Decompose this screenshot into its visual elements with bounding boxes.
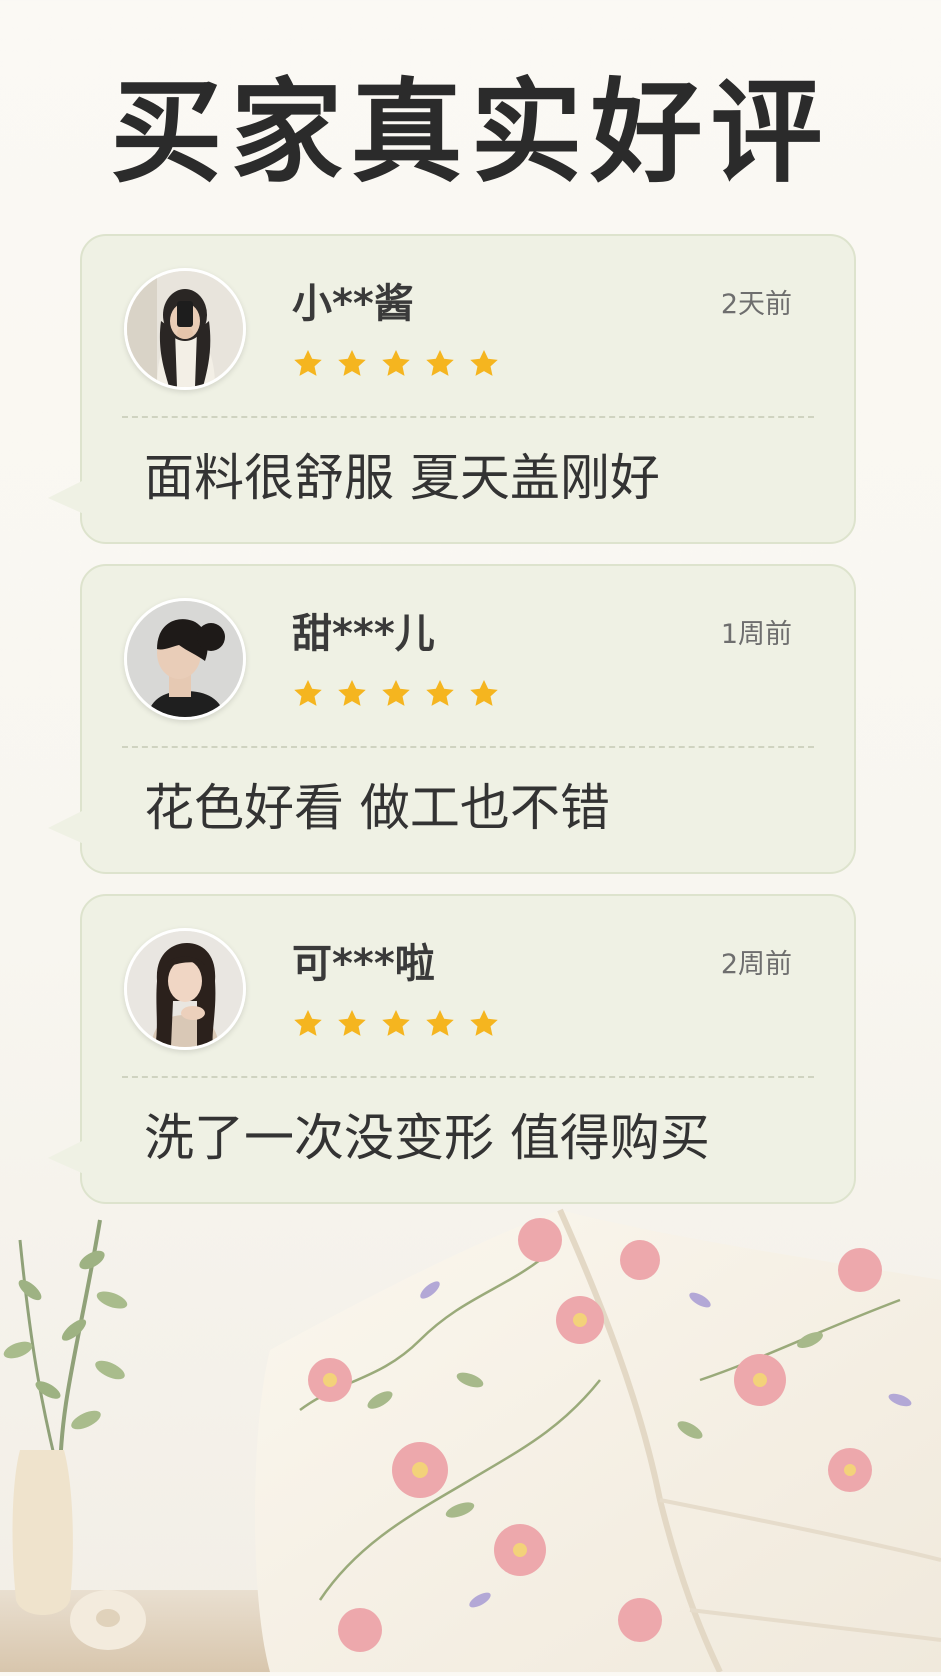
user-avatar[interactable]: [124, 928, 246, 1050]
review-time: 2周前: [720, 949, 792, 980]
speech-bubble-tail: [48, 480, 84, 514]
star-icon: [382, 350, 410, 376]
star-icon: [470, 1010, 498, 1036]
star-icon: [426, 680, 454, 706]
ceramic-vase: [12, 1450, 73, 1615]
review-time: 2天前: [720, 289, 792, 320]
rating-stars: [292, 678, 500, 718]
star-icon: [338, 680, 366, 706]
dashed-divider: [122, 416, 814, 418]
star-icon: [294, 1010, 322, 1036]
rating-stars: [292, 348, 500, 388]
star-icon: [338, 350, 366, 376]
star-icon: [382, 1010, 410, 1036]
product-scene: [0, 1180, 941, 1674]
star-icon: [470, 350, 498, 376]
review-text: 洗了一次没变形 值得购买: [144, 1109, 710, 1167]
star-icon: [382, 680, 410, 706]
user-avatar[interactable]: [124, 598, 246, 720]
star-icon: [338, 1010, 366, 1036]
product-scene-illustration: [0, 1208, 941, 1674]
folded-floral-quilt: [255, 1208, 941, 1674]
review-time: 1周前: [720, 619, 792, 650]
rating-stars: [292, 1008, 500, 1048]
star-icon: [426, 350, 454, 376]
review-username: 小**酱: [292, 281, 414, 327]
star-icon: [470, 680, 498, 706]
review-card: 小**酱 2天前 面料很舒服 夏天盖刚好: [48, 234, 856, 544]
avatar-phone-selfie: [127, 271, 243, 387]
avatar-hair-bun-profile: [127, 601, 243, 717]
page-title: 买家真实好评: [110, 68, 831, 198]
dashed-divider: [122, 1076, 814, 1078]
star-icon: [294, 350, 322, 376]
star-icon: [294, 680, 322, 706]
dashed-divider: [122, 746, 814, 748]
speech-bubble-tail: [48, 1140, 84, 1174]
star-icon: [426, 1010, 454, 1036]
user-avatar[interactable]: [124, 268, 246, 390]
review-username: 可***啦: [292, 941, 435, 987]
review-card: 可***啦 2周前 洗了一次没变形 值得购买: [48, 894, 856, 1204]
review-username: 甜***儿: [292, 611, 435, 657]
avatar-long-hair-portrait: [127, 931, 243, 1047]
speech-bubble-tail: [48, 810, 84, 844]
review-card: 甜***儿 1周前 花色好看 做工也不错: [48, 564, 856, 874]
plant-branch: [3, 1219, 128, 1481]
review-text: 花色好看 做工也不错: [144, 779, 610, 837]
review-text: 面料很舒服 夏天盖刚好: [144, 449, 660, 507]
